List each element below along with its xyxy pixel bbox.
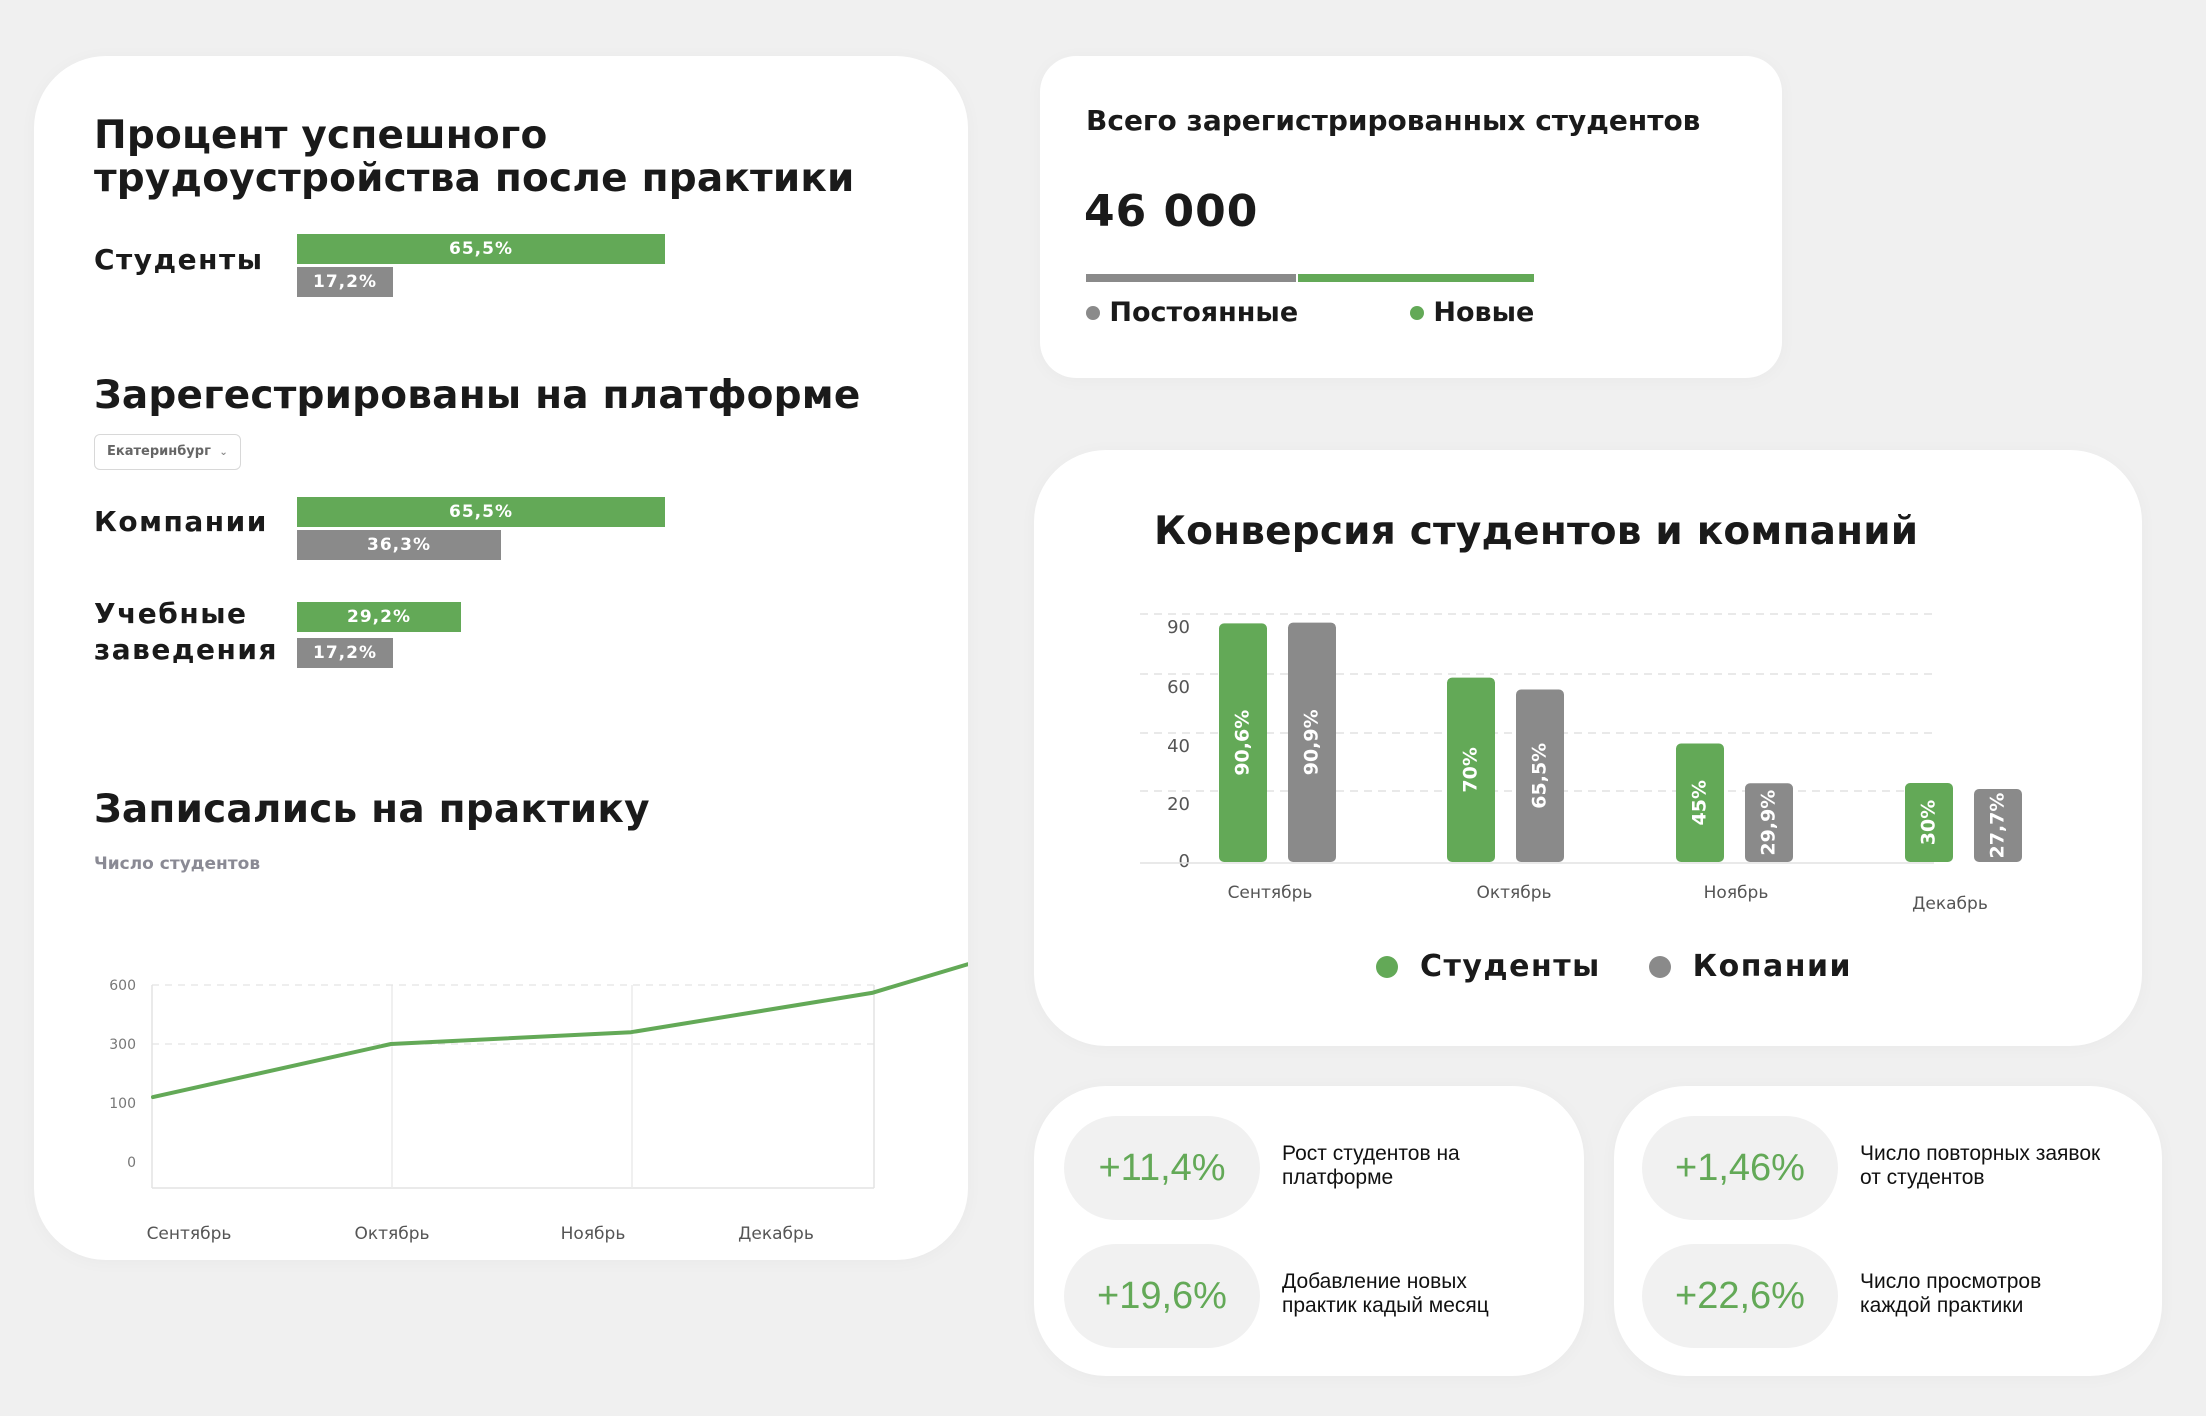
stat-desc-line1: Число повторных заявок: [1860, 1142, 2101, 1165]
schools-bar-green: 29,2%: [297, 602, 461, 632]
new-segment: [1298, 274, 1534, 282]
employment-title-line1: Процент успешного: [94, 113, 548, 158]
stat-desc-line1: Рост студентов на: [1282, 1142, 1460, 1165]
permanent-legend: Постоянные: [1086, 296, 1298, 328]
y-tick-label: 600: [109, 978, 136, 994]
bar-value-label: 90,9%: [1301, 709, 1323, 775]
students-row-label: Студенты: [94, 243, 264, 276]
x-tick-label: Декабрь: [1912, 894, 1988, 914]
gray-dot-icon: [1648, 955, 1671, 978]
stats-card-right: +1,46% Число повторных заявок от студент…: [1614, 1086, 2162, 1376]
bar-value-label: 45%: [1689, 780, 1711, 825]
conversion-legend: Студенты Копании: [1376, 948, 1852, 984]
stat-desc-line2: каждой практики: [1860, 1294, 2024, 1317]
practice-title: Записались на практику: [94, 787, 650, 832]
stat-desc-line1: Добавление новых: [1282, 1270, 1467, 1293]
total-progress-track: [1086, 274, 1534, 282]
x-tick-label: Ноябрь: [561, 1224, 626, 1244]
line-series: [151, 962, 968, 1100]
green-dot-icon: [1410, 305, 1424, 320]
legend-students: Студенты: [1419, 949, 1601, 984]
stat-desc-line1: Число просмотров: [1860, 1270, 2042, 1293]
new-label: Новые: [1433, 297, 1535, 328]
y-tick-label: 100: [109, 1096, 136, 1112]
stat-description: Число просмотров каждой практики: [1860, 1270, 2041, 1318]
stat-value: +22,6%: [1642, 1244, 1838, 1348]
stat-description: Число повторных заявок от студентов: [1860, 1142, 2100, 1190]
x-tick-label: Декабрь: [738, 1224, 814, 1244]
city-dropdown[interactable]: Екатеринбург ⌄: [94, 434, 241, 470]
stat-desc-line2: от студентов: [1860, 1166, 1985, 1189]
students-bar-green: 65,5%: [297, 234, 665, 264]
stat-description: Добавление новых практик кадый месяц: [1282, 1270, 1489, 1318]
stat-desc-line2: платформе: [1282, 1166, 1394, 1189]
companies-bar-gray: 36,3%: [297, 530, 501, 560]
stat-desc-line2: практик кадый месяц: [1282, 1294, 1489, 1317]
y-tick-label: 60: [1167, 677, 1190, 698]
y-tick-label: 20: [1167, 794, 1190, 815]
schools-label-line1: Учебные: [94, 597, 248, 630]
bar-value-label: 70%: [1460, 747, 1482, 792]
y-tick-label: 0: [1179, 851, 1190, 872]
registered-title: Зарегестрированы на платформе: [94, 373, 861, 418]
stat-value: +19,6%: [1064, 1244, 1260, 1348]
stats-card-left: +11,4% Рост студентов на платформе +19,6…: [1034, 1086, 1584, 1376]
gray-dot-icon: [1086, 305, 1100, 320]
stat-description: Рост студентов на платформе: [1282, 1142, 1460, 1190]
practice-subtitle: Число студентов: [94, 854, 261, 874]
bar-value-label: 30%: [1918, 800, 1940, 845]
permanent-segment: [1086, 274, 1296, 282]
employment-title: Процент успешного трудоустройства после …: [94, 114, 855, 200]
y-tick-label: 90: [1167, 617, 1190, 638]
x-tick-label: Сентябрь: [147, 1224, 232, 1244]
bar-value-label: 27,7%: [1987, 793, 2009, 859]
employment-title-line2: трудоустройства после практики: [94, 156, 855, 201]
schools-row-label: Учебные заведения: [94, 596, 278, 668]
x-tick-label: Октябрь: [354, 1224, 429, 1244]
schools-bar-gray: 17,2%: [297, 638, 393, 668]
students-bar-gray: 17,2%: [297, 267, 393, 297]
schools-label-line2: заведения: [94, 633, 278, 666]
stat-value: +11,4%: [1064, 1116, 1260, 1220]
total-students-card: Всего зарегистрированных студентов 46 00…: [1040, 56, 1782, 378]
total-title: Всего зарегистрированных студентов: [1086, 104, 1701, 137]
y-tick-label: 300: [109, 1037, 136, 1053]
x-tick-label: Ноябрь: [1704, 883, 1769, 903]
companies-bar-green: 65,5%: [297, 497, 665, 527]
chevron-down-icon: ⌄: [219, 447, 228, 458]
x-tick-label: Сентябрь: [1228, 883, 1313, 903]
bar-value-label: 65,5%: [1529, 743, 1551, 809]
y-tick-label: 0: [127, 1155, 136, 1171]
bar-value-label: 29,9%: [1758, 790, 1780, 856]
legend-companies: Копании: [1692, 949, 1853, 984]
total-value: 46 000: [1084, 186, 1259, 237]
y-tick-label: 40: [1167, 736, 1190, 757]
employment-card: Процент успешного трудоустройства после …: [34, 56, 968, 1260]
stat-value: +1,46%: [1642, 1116, 1838, 1220]
companies-row-label: Компании: [94, 505, 268, 538]
permanent-label: Постоянные: [1109, 297, 1299, 328]
bar-value-label: 90,6%: [1232, 710, 1254, 776]
new-legend: Новые: [1410, 296, 1534, 328]
city-dropdown-label: Екатеринбург: [107, 444, 211, 459]
x-tick-label: Октябрь: [1476, 883, 1551, 903]
conversion-card: Конверсия студентов и компаний 0 20 40 60 90…: [1034, 450, 2142, 1046]
green-dot-icon: [1376, 955, 1398, 978]
